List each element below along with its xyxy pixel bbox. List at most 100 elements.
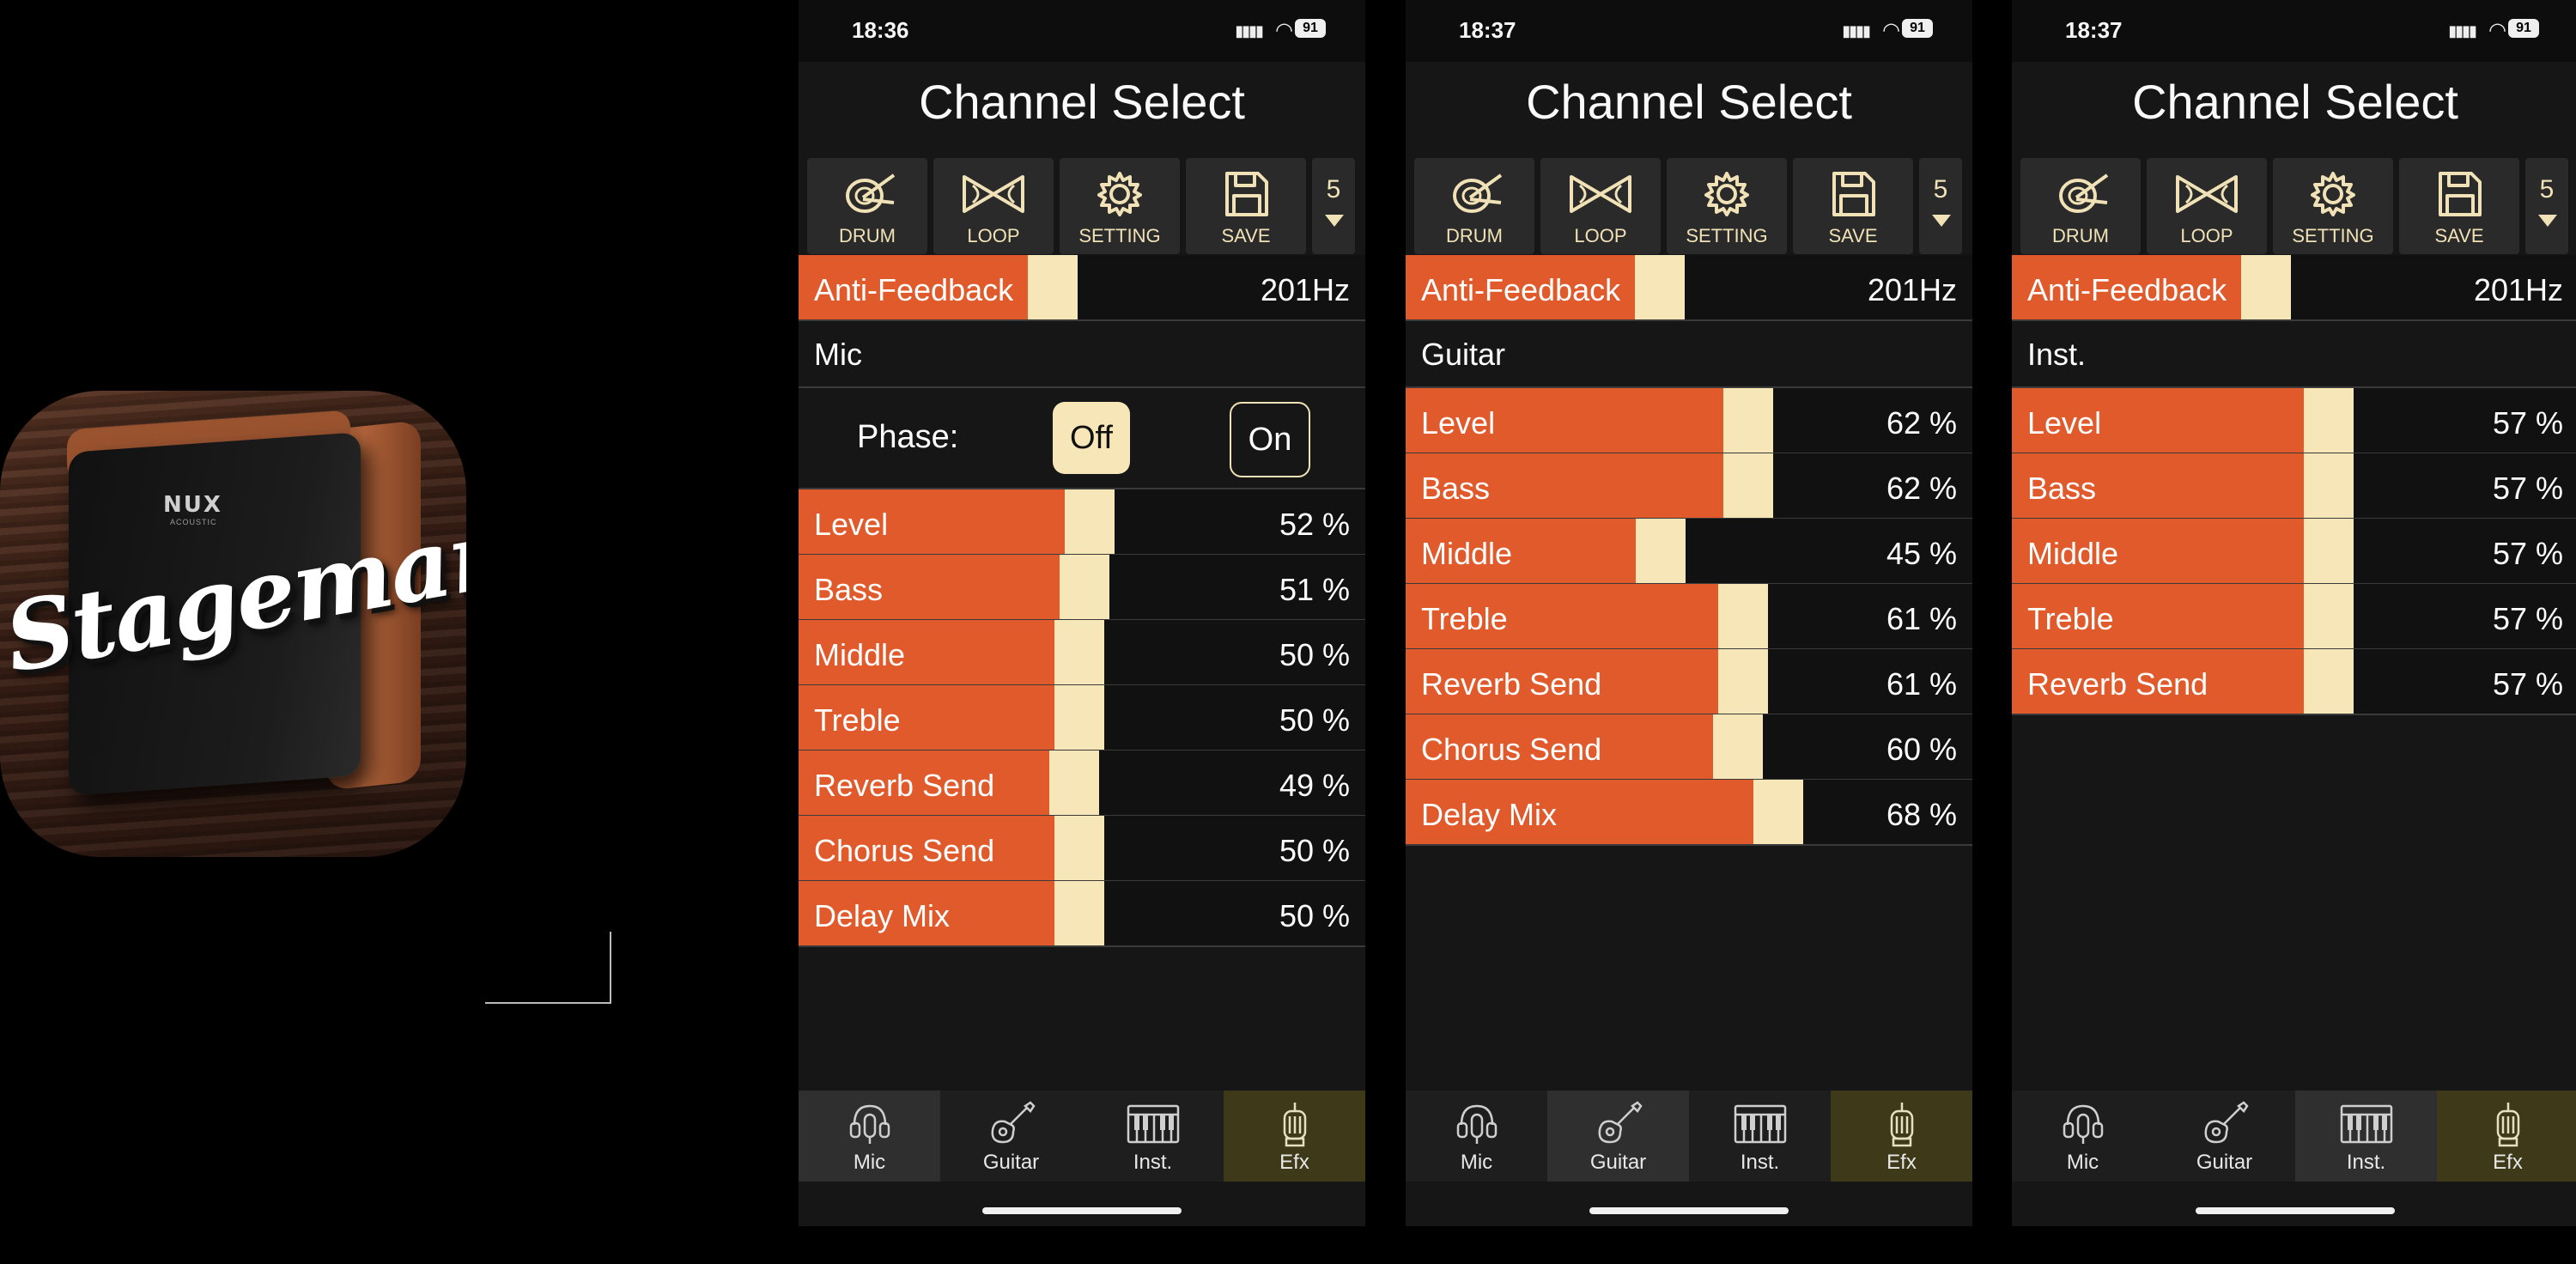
level-slider[interactable]: Level 57 % — [2012, 388, 2576, 454]
slider-thumb[interactable] — [1718, 649, 1768, 714]
slider-thumb[interactable] — [2304, 388, 2354, 453]
tab-inst[interactable]: Inst. — [1689, 1091, 1831, 1182]
preset-dropdown[interactable]: 5 — [2525, 158, 2568, 254]
tab-mic[interactable]: Mic — [799, 1091, 940, 1182]
slider-thumb[interactable] — [1028, 255, 1078, 319]
loop-button[interactable]: LOOP — [933, 158, 1054, 254]
slider-thumb[interactable] — [1060, 555, 1109, 619]
slider-label: Anti-Feedback — [1421, 272, 1621, 307]
wifi-icon: ◠ — [2488, 19, 2506, 42]
slider-thumb[interactable] — [1054, 685, 1104, 750]
tab-guitar[interactable]: Guitar — [940, 1091, 1082, 1182]
anti-feedback-slider[interactable]: Anti-Feedback 201Hz — [799, 255, 1365, 321]
tab-inst[interactable]: Inst. — [2295, 1091, 2437, 1182]
slider-thumb[interactable] — [1065, 489, 1115, 554]
drum-button[interactable]: DRUM — [807, 158, 927, 254]
slider-thumb[interactable] — [1049, 750, 1099, 815]
slider-label: Middle — [1421, 536, 1513, 571]
anti-feedback-slider[interactable]: Anti-Feedback 201Hz — [2012, 255, 2576, 321]
slider-value: 49 % — [1279, 768, 1350, 803]
slider-thumb[interactable] — [1636, 519, 1686, 583]
bass-slider[interactable]: Bass 57 % — [2012, 453, 2576, 520]
setting-button[interactable]: SETTING — [1667, 158, 1787, 254]
middle-slider[interactable]: Middle 57 % — [2012, 519, 2576, 585]
cellular-signal-icon: ▮▮▮▮ — [1235, 22, 1264, 40]
tab-label: Inst. — [1740, 1151, 1780, 1174]
chorus-send-slider[interactable]: Chorus Send 60 % — [1406, 714, 1972, 781]
level-slider[interactable]: Level 52 % — [799, 489, 1365, 556]
slider-label: Treble — [814, 702, 901, 738]
tab-efx[interactable]: Efx — [1831, 1091, 1972, 1182]
tab-efx[interactable]: Efx — [2437, 1091, 2576, 1182]
home-indicator[interactable] — [982, 1207, 1182, 1214]
slider-label: Chorus Send — [814, 833, 995, 868]
corner-bracket-decoration — [485, 932, 611, 1004]
channel-label: Inst. — [2027, 337, 2087, 372]
tab-guitar[interactable]: Guitar — [1547, 1091, 1689, 1182]
bass-slider[interactable]: Bass 62 % — [1406, 453, 1972, 520]
slider-value: 51 % — [1279, 572, 1350, 607]
reverb-send-slider[interactable]: Reverb Send 57 % — [2012, 649, 2576, 715]
reverb-send-slider[interactable]: Reverb Send 61 % — [1406, 649, 1972, 715]
slider-thumb[interactable] — [2304, 519, 2354, 583]
middle-slider[interactable]: Middle 45 % — [1406, 519, 1972, 585]
page-title: Channel Select — [919, 75, 1245, 129]
save-button[interactable]: SAVE — [1793, 158, 1913, 254]
phase-row: Phase: Off On — [799, 388, 1365, 489]
loop-button[interactable]: LOOP — [2147, 158, 2267, 254]
phase-on-button[interactable]: On — [1230, 402, 1310, 477]
slider-thumb[interactable] — [1723, 453, 1773, 518]
preset-number: 5 — [1326, 175, 1341, 204]
slider-thumb[interactable] — [1054, 881, 1104, 945]
slider-thumb[interactable] — [1753, 780, 1803, 844]
reverb-send-slider[interactable]: Reverb Send 49 % — [799, 750, 1365, 817]
slider-label: Middle — [814, 637, 906, 672]
slider-thumb[interactable] — [1718, 584, 1768, 648]
delay-mix-slider[interactable]: Delay Mix 50 % — [799, 881, 1365, 947]
tab-label: Efx — [1886, 1151, 1917, 1174]
treble-slider[interactable]: Treble 50 % — [799, 685, 1365, 751]
mic-icon — [799, 1099, 940, 1147]
slider-thumb[interactable] — [1723, 388, 1773, 453]
tab-mic[interactable]: Mic — [1406, 1091, 1547, 1182]
treble-slider[interactable]: Treble 57 % — [2012, 584, 2576, 650]
delay-mix-slider[interactable]: Delay Mix 68 % — [1406, 780, 1972, 846]
bass-slider[interactable]: Bass 51 % — [799, 555, 1365, 621]
save-button[interactable]: SAVE — [1186, 158, 1306, 254]
anti-feedback-slider[interactable]: Anti-Feedback 201Hz — [1406, 255, 1972, 321]
slider-value: 68 % — [1886, 797, 1957, 832]
slider-thumb[interactable] — [2304, 453, 2354, 518]
tab-mic[interactable]: Mic — [2012, 1091, 2154, 1182]
preset-dropdown[interactable]: 5 — [1919, 158, 1962, 254]
drum-icon — [2020, 168, 2141, 220]
slider-thumb[interactable] — [1635, 255, 1685, 319]
save-icon — [1186, 168, 1306, 220]
treble-slider[interactable]: Treble 61 % — [1406, 584, 1972, 650]
chorus-send-slider[interactable]: Chorus Send 50 % — [799, 816, 1365, 882]
slider-thumb[interactable] — [2304, 649, 2354, 714]
tab-inst[interactable]: Inst. — [1082, 1091, 1224, 1182]
phase-off-button[interactable]: Off — [1053, 402, 1130, 474]
drum-button[interactable]: DRUM — [2020, 158, 2141, 254]
home-indicator[interactable] — [2196, 1207, 2395, 1214]
slider-thumb[interactable] — [1054, 816, 1104, 880]
loop-icon — [1540, 168, 1661, 220]
preset-dropdown[interactable]: 5 — [1312, 158, 1355, 254]
save-button[interactable]: SAVE — [2399, 158, 2519, 254]
slider-thumb[interactable] — [1054, 620, 1104, 684]
slider-thumb[interactable] — [2241, 255, 2291, 319]
home-indicator[interactable] — [1589, 1207, 1789, 1214]
slider-thumb[interactable] — [1713, 714, 1763, 779]
slider-value: 57 % — [2492, 601, 2563, 636]
tab-guitar[interactable]: Guitar — [2154, 1091, 2295, 1182]
loop-button[interactable]: LOOP — [1540, 158, 1661, 254]
tab-efx[interactable]: Efx — [1224, 1091, 1365, 1182]
setting-button[interactable]: SETTING — [1060, 158, 1180, 254]
drum-button[interactable]: DRUM — [1414, 158, 1534, 254]
slider-thumb[interactable] — [2304, 584, 2354, 648]
save-label: SAVE — [1828, 225, 1878, 246]
inst-icon — [2295, 1099, 2437, 1147]
middle-slider[interactable]: Middle 50 % — [799, 620, 1365, 686]
setting-button[interactable]: SETTING — [2273, 158, 2393, 254]
level-slider[interactable]: Level 62 % — [1406, 388, 1972, 454]
